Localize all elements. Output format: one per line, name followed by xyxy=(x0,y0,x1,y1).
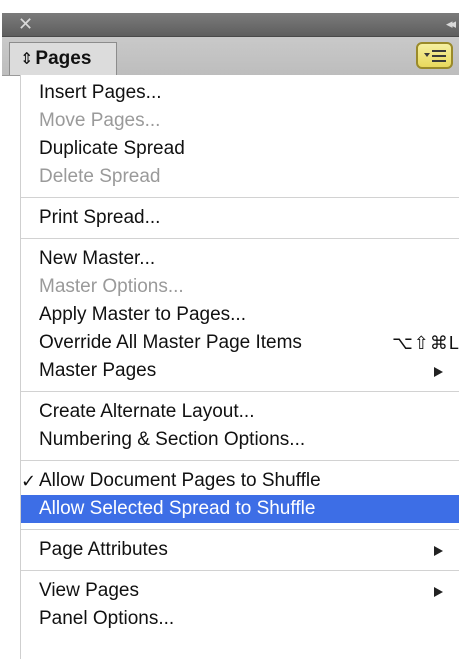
menu-item-label: Override All Master Page Items xyxy=(39,332,302,353)
menu-item-label: Allow Selected Spread to Shuffle xyxy=(39,498,316,519)
menu-item[interactable]: Numbering & Section Options... xyxy=(21,426,459,454)
submenu-arrow-icon xyxy=(434,546,443,556)
menu-item-label: Move Pages... xyxy=(39,110,161,131)
menu-item-label: Allow Document Pages to Shuffle xyxy=(39,470,321,491)
panel-menu-icon xyxy=(424,50,446,62)
menu-item-label: Delete Spread xyxy=(39,166,161,187)
menu-item-label: Numbering & Section Options... xyxy=(39,429,306,450)
menu-item[interactable]: Panel Options... xyxy=(21,605,459,633)
menu-separator xyxy=(21,238,459,239)
panel-flyout-menu: Insert Pages... Move Pages... Duplicate Sp… xyxy=(20,75,459,659)
menu-item-label: Print Spread... xyxy=(39,207,161,228)
panel-header: ✕ ◂◂ ⇕ Pages xyxy=(0,0,459,80)
menu-item-label: Duplicate Spread xyxy=(39,138,185,159)
menu-item[interactable]: View Pages xyxy=(21,577,459,605)
checkmark-icon: ✓ xyxy=(21,471,37,491)
tab-pages[interactable]: ⇕ Pages xyxy=(9,42,117,75)
menu-item-shortcut: ⌥⇧⌘L xyxy=(392,333,459,353)
submenu-arrow-icon xyxy=(434,587,443,597)
menu-item-label: Create Alternate Layout... xyxy=(39,401,255,422)
menu-item[interactable]: Insert Pages... xyxy=(21,79,459,107)
menu-separator xyxy=(21,460,459,461)
menu-item[interactable]: ✓ Allow Document Pages to Shuffle xyxy=(21,467,459,495)
menu-item[interactable]: Print Spread... xyxy=(21,204,459,232)
menu-separator xyxy=(21,197,459,198)
menu-item-label: New Master... xyxy=(39,248,156,269)
tab-label: Pages xyxy=(35,48,92,69)
menu-item[interactable]: Override All Master Page Items ⌥⇧⌘L xyxy=(21,329,459,357)
menu-separator xyxy=(21,529,459,530)
collapse-icon[interactable]: ◂◂ xyxy=(446,16,456,32)
menu-item-label: Insert Pages... xyxy=(39,82,162,103)
menu-item-label: Panel Options... xyxy=(39,608,175,629)
menu-item[interactable]: Page Attributes xyxy=(21,536,459,564)
menu-item-label: View Pages xyxy=(39,580,139,601)
menu-item[interactable]: Create Alternate Layout... xyxy=(21,398,459,426)
menu-item: Delete Spread xyxy=(21,163,459,191)
panel-menu-button[interactable] xyxy=(416,42,453,69)
menu-separator xyxy=(21,391,459,392)
panel-titlebar[interactable]: ✕ ◂◂ xyxy=(2,13,459,37)
menu-item[interactable]: Apply Master to Pages... xyxy=(21,301,459,329)
panel-tab-bar: ⇕ Pages xyxy=(2,37,459,76)
menu-separator xyxy=(21,570,459,571)
tab-arrows-icon: ⇕ xyxy=(20,51,34,68)
menu-item-label: Page Attributes xyxy=(39,539,168,560)
menu-item: Move Pages... xyxy=(21,107,459,135)
menu-item-label: Apply Master to Pages... xyxy=(39,304,246,325)
close-icon[interactable]: ✕ xyxy=(18,14,33,34)
menu-item: Master Options... xyxy=(21,273,459,301)
menu-item-label: Master Options... xyxy=(39,276,184,297)
menu-item[interactable]: Allow Selected Spread to Shuffle xyxy=(21,495,459,523)
menu-item[interactable]: Duplicate Spread xyxy=(21,135,459,163)
menu-item[interactable]: Master Pages xyxy=(21,357,459,385)
menu-item-label: Master Pages xyxy=(39,360,157,381)
menu-item[interactable]: New Master... xyxy=(21,245,459,273)
submenu-arrow-icon xyxy=(434,367,443,377)
